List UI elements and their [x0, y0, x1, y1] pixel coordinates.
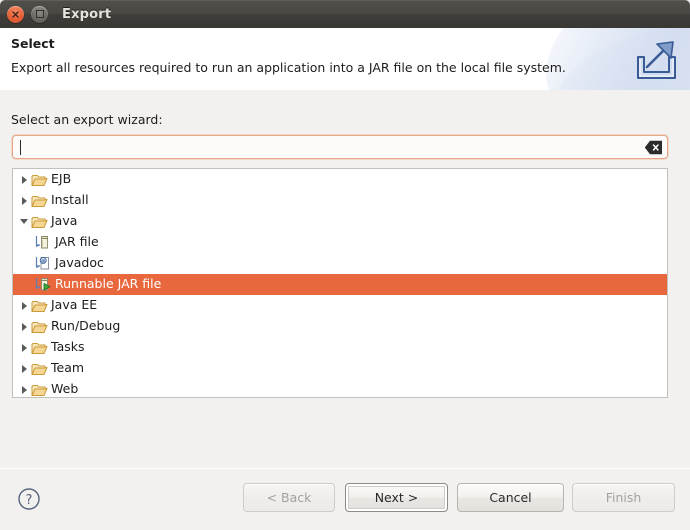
wizard-body: Select an export wizard: EJB Install Java J…: [0, 90, 690, 468]
tree-item-label: Team: [51, 360, 85, 376]
tree-item-runnable-jar-file[interactable]: Runnable JAR file: [13, 274, 667, 295]
tree-item-javadoc[interactable]: @ Javadoc: [13, 253, 667, 274]
chevron-right-icon[interactable]: [18, 174, 30, 186]
tree-item-java-ee[interactable]: Java EE: [13, 295, 667, 316]
maximize-button[interactable]: [31, 5, 48, 23]
export-wizard-icon: [630, 37, 682, 85]
tree-item-label: Web: [51, 381, 79, 397]
wizard-select-label: Select an export wizard:: [11, 112, 163, 127]
clear-backspace-icon[interactable]: [644, 140, 663, 155]
export-wizard-tree[interactable]: EJB Install Java JAR file @ Javadoc Runnable J…: [12, 168, 668, 398]
cancel-button[interactable]: Cancel: [457, 483, 564, 512]
tree-item-install[interactable]: Install: [13, 190, 667, 211]
folder-icon: [31, 361, 48, 376]
maximize-icon: [31, 6, 48, 23]
wizard-footer: ? < Back Next > Cancel Finish: [0, 469, 690, 530]
runnable-jar-icon: [35, 277, 52, 292]
folder-icon: [31, 193, 48, 208]
tree-item-label: EJB: [51, 171, 72, 187]
wizard-filter-field[interactable]: [12, 135, 668, 159]
folder-icon: [31, 319, 48, 334]
tree-item-tasks[interactable]: Tasks: [13, 337, 667, 358]
tree-item-run-debug[interactable]: Run/Debug: [13, 316, 667, 337]
tree-item-label: Javadoc: [55, 255, 104, 271]
folder-icon: [31, 340, 48, 355]
folder-icon: [31, 298, 48, 313]
search-input[interactable]: [21, 136, 621, 158]
help-button[interactable]: ?: [17, 487, 41, 511]
close-icon: [7, 6, 24, 23]
tree-item-team[interactable]: Team: [13, 358, 667, 379]
tree-item-ejb[interactable]: EJB: [13, 169, 667, 190]
chevron-right-icon[interactable]: [18, 300, 30, 312]
chevron-right-icon[interactable]: [18, 342, 30, 354]
wizard-header: Select Export all resources required to …: [0, 28, 690, 91]
back-button[interactable]: < Back: [243, 483, 335, 512]
tree-item-label: Run/Debug: [51, 318, 121, 334]
next-button[interactable]: Next >: [345, 483, 448, 512]
svg-text:@: @: [41, 258, 46, 264]
tree-item-label: JAR file: [55, 234, 99, 250]
window-title: Export: [62, 6, 112, 22]
folder-icon: [31, 214, 48, 229]
jar-file-icon: [35, 235, 52, 250]
tree-item-label: Install: [51, 192, 89, 208]
chevron-right-icon[interactable]: [18, 195, 30, 207]
tree-item-java[interactable]: Java: [13, 211, 667, 232]
tree-item-jar-file[interactable]: JAR file: [13, 232, 667, 253]
chevron-down-icon[interactable]: [18, 216, 30, 228]
svg-text:?: ?: [26, 493, 33, 508]
tree-item-label: Java EE: [51, 297, 98, 313]
export-wizard-window: Export Select Export all resources requi…: [0, 0, 690, 530]
folder-icon: [31, 172, 48, 187]
folder-icon: [31, 382, 48, 397]
finish-button[interactable]: Finish: [572, 483, 675, 512]
close-button[interactable]: [7, 5, 24, 23]
tree-item-label: Java: [51, 213, 78, 229]
tree-item-label: Runnable JAR file: [55, 276, 162, 292]
javadoc-icon: @: [35, 256, 52, 271]
tree-item-label: Tasks: [51, 339, 85, 355]
chevron-right-icon[interactable]: [18, 321, 30, 333]
chevron-right-icon[interactable]: [18, 384, 30, 396]
page-title: Select: [11, 36, 55, 51]
window-titlebar: Export: [0, 0, 690, 28]
chevron-right-icon[interactable]: [18, 363, 30, 375]
tree-item-web[interactable]: Web: [13, 379, 667, 397]
page-description: Export all resources required to run an …: [11, 60, 566, 75]
